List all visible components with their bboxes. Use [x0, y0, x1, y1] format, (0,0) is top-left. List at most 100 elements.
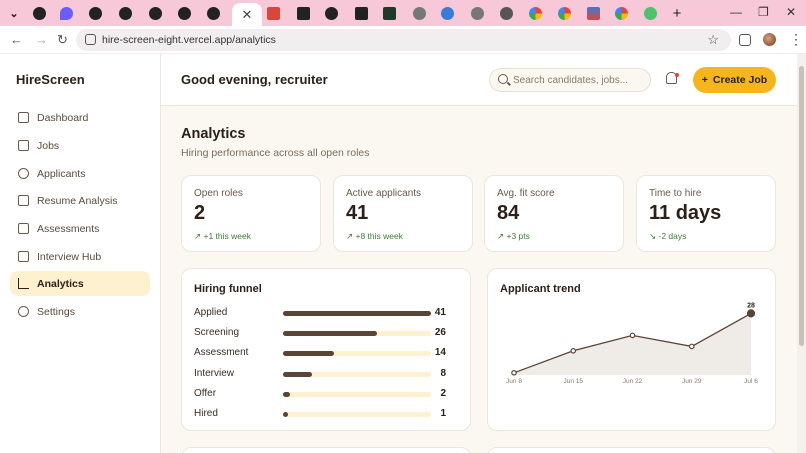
tab-a-icon[interactable] [204, 4, 222, 22]
app-header: Good evening, recruiter + Create Job [161, 54, 806, 106]
funnel-row: Offer 2 [194, 388, 446, 402]
page-title: Analytics [181, 126, 246, 142]
sidebar-item-label: Settings [37, 305, 75, 318]
window-close-icon[interactable]: ✕ [786, 5, 796, 19]
bookmark-star-icon[interactable]: ☆ [707, 32, 719, 48]
tab-google-icon[interactable] [555, 4, 573, 22]
stat-card-active-applicants: Active applicants 41 ↗ +8 this week [333, 175, 473, 252]
tab-github-icon[interactable] [175, 4, 193, 22]
tab-x-icon[interactable] [352, 4, 370, 22]
sidebar-item-dashboard[interactable]: Dashboard [10, 105, 150, 130]
chart-icon [18, 278, 29, 289]
applicant-trend-chart: Jun 8 Jun 15 Jun 22 Jun 29 Jul 6 28 [506, 302, 758, 385]
browser-tab-strip: ⌄ ✕ + — ❐ ✕ [0, 0, 806, 26]
x-tick-label: Jun 29 [682, 378, 702, 385]
trend-point [746, 309, 756, 318]
search-input[interactable] [513, 73, 643, 88]
data-label: 28 [747, 302, 755, 309]
trend-point [629, 332, 636, 339]
tab-activity-icon[interactable] [380, 4, 398, 22]
funnel-stage-count: 41 [434, 307, 446, 318]
sidebar-item-label: Jobs [37, 139, 60, 152]
tab-openai-icon[interactable] [468, 4, 486, 22]
stat-change: ↗ +8 this week [346, 231, 403, 241]
tab-drop-icon[interactable] [57, 4, 75, 22]
sidebar-item-label: Assessments [37, 222, 100, 235]
scrollbar-thumb[interactable] [799, 66, 804, 346]
tab-list-chevron-icon[interactable]: ⌄ [5, 4, 23, 22]
tab-github-icon[interactable] [146, 4, 164, 22]
close-icon[interactable]: ✕ [242, 7, 253, 23]
tab-google-icon[interactable] [526, 4, 544, 22]
tab-github-icon[interactable] [86, 4, 104, 22]
tab-globe-icon[interactable] [438, 4, 456, 22]
tab-app-icon[interactable] [584, 4, 602, 22]
stat-label: Avg. fit score [497, 188, 555, 199]
tab-shapes-icon[interactable] [294, 4, 312, 22]
minimize-icon[interactable]: — [730, 5, 742, 19]
hiring-funnel-card: Hiring funnel Applied 41 Screening 26 Assess… [181, 268, 471, 431]
users-icon [18, 168, 29, 179]
stat-value: 41 [346, 202, 369, 224]
funnel-bar-fill [283, 351, 334, 357]
active-tab[interactable]: ✕ [232, 3, 262, 26]
tab-github-icon[interactable] [30, 4, 48, 22]
tab-google-icon[interactable] [612, 4, 630, 22]
create-job-button[interactable]: + Create Job [693, 67, 776, 93]
stat-value: 2 [194, 202, 206, 224]
video-icon [18, 251, 29, 262]
browser-menu-icon[interactable]: ⋮ [789, 31, 803, 48]
funnel-stage-count: 2 [440, 387, 446, 399]
stat-change: ↗ +1 this week [194, 231, 251, 241]
brand-logo[interactable]: HireScreen [16, 72, 85, 87]
funnel-stage-label: Assessment [194, 347, 249, 359]
dashboard-icon [18, 112, 29, 123]
funnel-stage-count: 14 [434, 347, 446, 359]
profile-avatar[interactable] [763, 33, 776, 46]
tab-openai-icon[interactable] [410, 4, 428, 22]
site-info-icon[interactable] [85, 34, 96, 45]
file-icon [18, 195, 29, 206]
sidebar-item-applicants[interactable]: Applicants [10, 161, 150, 186]
sidebar-item-label: Applicants [37, 167, 86, 180]
x-tick-label: Jun 8 [506, 378, 522, 385]
funnel-row: Interview 8 [194, 368, 446, 382]
plus-icon: + [701, 74, 708, 86]
gear-icon [18, 306, 29, 317]
tab-github-icon[interactable] [116, 4, 134, 22]
sidebar-item-label: Dashboard [37, 111, 89, 124]
stat-change: ↗ +3 pts [497, 231, 530, 241]
greeting-text: Good evening, recruiter [181, 72, 328, 87]
maximize-icon[interactable]: ❐ [758, 5, 769, 19]
tab-gmail-icon[interactable] [264, 4, 282, 22]
funnel-bar-track [283, 331, 431, 337]
sidebar-item-jobs[interactable]: Jobs [10, 133, 150, 158]
sidebar-item-resume-analysis[interactable]: Resume Analysis [10, 188, 150, 213]
funnel-row: Assessment 14 [194, 347, 446, 361]
sidebar-item-settings[interactable]: Settings [10, 299, 150, 324]
extension-icon[interactable] [739, 34, 751, 46]
sidebar-item-interview-hub[interactable]: Interview Hub [10, 244, 150, 269]
stat-card-avg-fit-score: Avg. fit score 84 ↗ +3 pts [484, 175, 624, 252]
back-icon[interactable]: ← [10, 32, 23, 47]
tab-green-icon[interactable] [641, 4, 659, 22]
tab-github-icon[interactable] [322, 4, 340, 22]
funnel-stage-label: Hired [194, 408, 218, 419]
sidebar-item-analytics[interactable]: Analytics [10, 271, 150, 296]
funnel-bar-track [283, 391, 431, 397]
url-text[interactable]: hire-screen-eight.vercel.app/analytics [102, 34, 276, 46]
new-tab-button[interactable]: + [668, 4, 686, 22]
stat-label: Active applicants [346, 188, 422, 199]
lower-card-left [181, 447, 471, 453]
funnel-stage-label: Offer [194, 387, 217, 399]
funnel-row: Screening 26 [194, 327, 446, 341]
search-box[interactable] [489, 68, 651, 92]
funnel-bar-track [283, 371, 431, 377]
reload-icon[interactable]: ↻ [57, 32, 68, 48]
sidebar-item-assessments[interactable]: Assessments [10, 216, 150, 241]
forward-icon[interactable]: → [35, 32, 48, 47]
tab-openai-icon[interactable] [497, 4, 515, 22]
sidebar-item-label: Interview Hub [37, 250, 102, 263]
address-bar[interactable]: hire-screen-eight.vercel.app/analytics ☆ [76, 29, 731, 51]
search-icon [498, 74, 508, 84]
